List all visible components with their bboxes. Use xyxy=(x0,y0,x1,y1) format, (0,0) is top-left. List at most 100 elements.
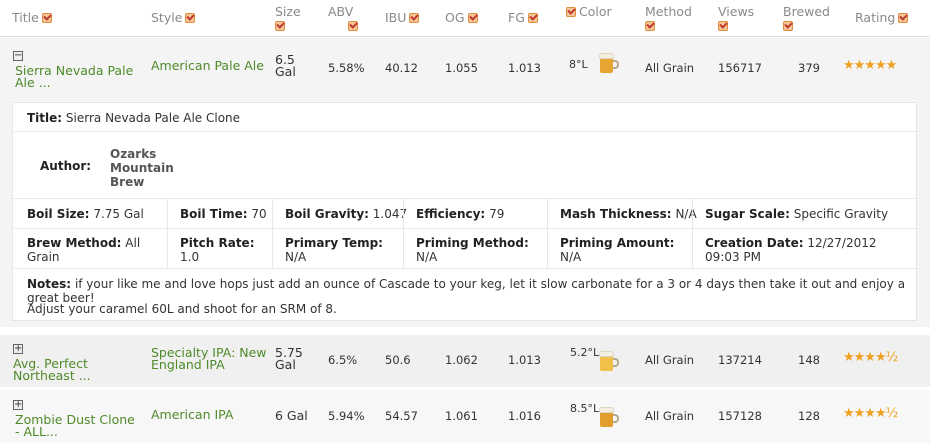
col-fg-header[interactable]: FG xyxy=(508,11,538,25)
recipe-notes-line2: Adjust your caramel 60L and shoot for an… xyxy=(27,302,337,316)
col-style-label: Style xyxy=(151,10,183,25)
boil-gravity: Boil Gravity: 1.047 xyxy=(285,207,408,221)
sort-icon[interactable] xyxy=(409,13,420,23)
recipe-notes: Notes: if your like me and love hops jus… xyxy=(27,277,906,305)
mash-thickness: Mash Thickness: N/A xyxy=(560,207,697,221)
brewed-value: 148 xyxy=(798,353,820,367)
sort-icon[interactable] xyxy=(41,13,52,23)
author-label: Author: xyxy=(40,159,92,173)
sort-icon[interactable] xyxy=(898,13,909,23)
sugar-scale: Sugar Scale: Specific Gravity xyxy=(705,207,889,221)
batch-size: 6 Gal xyxy=(275,408,308,423)
sort-icon[interactable] xyxy=(566,7,576,17)
sort-icon[interactable] xyxy=(467,13,478,23)
creation-date: Creation Date: 12/27/2012 09:03 PM xyxy=(705,236,877,264)
color-value: 5.2°L xyxy=(570,346,600,359)
fg-value: 1.013 xyxy=(508,61,541,75)
recipe-detail-panel: Title: Sierra Nevada Pale Ale Clone Auth… xyxy=(12,102,917,321)
color-value: 8.5°L xyxy=(570,402,600,415)
og-value: 1.055 xyxy=(445,61,478,75)
col-ibu-label: IBU xyxy=(385,10,407,25)
recipe-title-link[interactable]: Sierra Nevada Pale Ale ... xyxy=(15,64,140,89)
sort-icon[interactable] xyxy=(645,21,655,31)
batch-size: 5.75 Gal xyxy=(275,345,303,372)
col-color-header[interactable]: Color xyxy=(566,5,612,19)
col-og-label: OG xyxy=(445,10,465,25)
sort-icon[interactable] xyxy=(718,21,728,31)
rating-stars: ★★★★½ xyxy=(843,406,898,421)
ibu-value: 54.57 xyxy=(385,409,418,423)
col-color-label: Color xyxy=(579,4,612,19)
method-value: All Grain xyxy=(645,409,695,423)
beer-mug-icon xyxy=(599,406,619,428)
col-title-label: Title xyxy=(12,10,39,25)
fg-value: 1.016 xyxy=(508,409,541,423)
col-og-header[interactable]: OG xyxy=(445,11,478,25)
boil-size: Boil Size: 7.75 Gal xyxy=(27,207,144,221)
sort-icon[interactable] xyxy=(527,13,538,23)
primary-temp: Primary Temp: N/A xyxy=(285,236,383,264)
expand-icon[interactable]: + xyxy=(13,400,23,410)
rating-stars: ★★★★½ xyxy=(843,350,898,365)
sort-icon[interactable] xyxy=(185,13,196,23)
abv-value: 6.5% xyxy=(328,353,358,367)
col-ibu-header[interactable]: IBU xyxy=(385,10,420,25)
recipe-title-link[interactable]: Avg. Perfect Northeast ... xyxy=(13,357,138,382)
views-value: 137214 xyxy=(718,353,762,367)
method-value: All Grain xyxy=(645,353,695,367)
collapse-icon[interactable]: − xyxy=(13,51,23,61)
brew-method: Brew Method: All Grain xyxy=(27,236,141,264)
col-size-header[interactable]: Size xyxy=(275,5,301,33)
col-views-label: Views xyxy=(718,4,755,19)
sort-icon[interactable] xyxy=(275,21,285,31)
rating-stars: ★★★★★ xyxy=(843,58,897,73)
priming-method: Priming Method: N/A xyxy=(416,236,529,264)
col-title-header[interactable]: Title xyxy=(12,11,52,25)
col-abv-header[interactable]: ABV xyxy=(328,5,358,33)
col-style-header[interactable]: Style xyxy=(151,10,196,25)
col-size-label: Size xyxy=(275,4,301,19)
col-views-header[interactable]: Views xyxy=(718,5,754,33)
batch-size: 6.5 Gal xyxy=(275,52,296,79)
abv-value: 5.94% xyxy=(328,409,365,423)
views-value: 156717 xyxy=(718,61,762,75)
col-abv-label: ABV xyxy=(328,4,354,19)
recipe-title-link[interactable]: Zombie Dust Clone - ALL... xyxy=(15,413,140,438)
expand-icon[interactable]: + xyxy=(13,344,23,354)
color-value: 8°L xyxy=(569,58,588,71)
detail-title: Title: Sierra Nevada Pale Ale Clone xyxy=(27,111,241,125)
table-header: Title Style Size ABV IBU OG FG Color Met… xyxy=(0,0,930,37)
col-method-header[interactable]: Method xyxy=(645,5,692,33)
brewed-value: 379 xyxy=(798,61,820,75)
col-brewed-label: Brewed xyxy=(783,4,830,19)
efficiency: Efficiency: 79 xyxy=(416,207,505,221)
col-rating-label: Rating xyxy=(855,10,896,25)
beer-mug-icon xyxy=(599,350,619,372)
views-value: 157128 xyxy=(718,409,762,423)
table-row[interactable]: + Avg. Perfect Northeast ... Specialty I… xyxy=(0,335,930,387)
table-row[interactable]: − Sierra Nevada Pale Ale ... American Pa… xyxy=(0,38,930,96)
og-value: 1.062 xyxy=(445,353,478,367)
recipe-style-link[interactable]: American IPA xyxy=(151,408,233,421)
method-value: All Grain xyxy=(645,61,695,75)
table-row[interactable]: + Zombie Dust Clone - ALL... American IP… xyxy=(0,390,930,443)
priming-amount: Priming Amount: N/A xyxy=(560,236,675,264)
brewed-value: 128 xyxy=(798,409,820,423)
abv-value: 5.58% xyxy=(328,61,365,75)
fg-value: 1.013 xyxy=(508,353,541,367)
pitch-rate: Pitch Rate: 1.0 xyxy=(180,236,255,264)
recipe-style-link[interactable]: American Pale Ale xyxy=(151,59,264,72)
sort-icon[interactable] xyxy=(348,21,358,31)
og-value: 1.061 xyxy=(445,409,478,423)
col-method-label: Method xyxy=(645,4,692,19)
col-fg-label: FG xyxy=(508,10,525,25)
col-rating-header[interactable]: Rating xyxy=(855,10,909,25)
ibu-value: 40.12 xyxy=(385,61,418,75)
author-value: Ozarks Mountain Brew xyxy=(110,147,174,189)
recipe-style-link[interactable]: Specialty IPA: New England IPA xyxy=(151,346,271,371)
ibu-value: 50.6 xyxy=(385,353,411,367)
boil-time: Boil Time: 70 xyxy=(180,207,267,221)
col-brewed-header[interactable]: Brewed xyxy=(783,5,830,33)
sort-icon[interactable] xyxy=(783,21,793,31)
beer-mug-icon xyxy=(599,52,619,74)
